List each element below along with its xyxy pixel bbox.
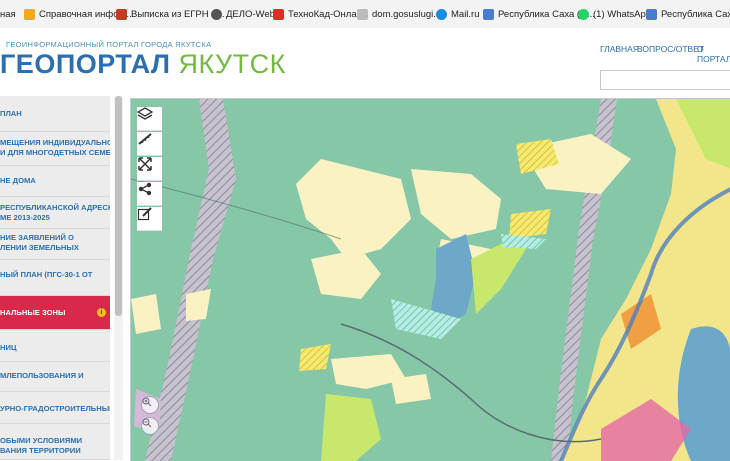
sidebar: ПЛАН МЕЩЕНИЯ ИНДИВИДУАЛЬНОЙ И ДЛЯ МНОГОД… <box>0 96 110 460</box>
map-layers <box>131 99 730 461</box>
share-button[interactable] <box>137 182 162 206</box>
at-icon <box>436 8 447 20</box>
residential-1 <box>296 159 411 259</box>
bookmark-3[interactable]: ДЕЛО-Web <box>211 0 275 28</box>
page-icon <box>646 8 657 20</box>
folder-icon <box>24 8 35 20</box>
ruler-icon <box>138 133 152 145</box>
zoom-out-button[interactable] <box>141 417 159 435</box>
edit-icon <box>137 207 152 221</box>
residential-8 <box>186 289 211 321</box>
sidebar-scrollbar[interactable] <box>114 96 123 460</box>
bookmark-6[interactable]: Mail.ru <box>436 0 480 28</box>
sidebar-item-borders[interactable]: НИЦ <box>0 330 110 362</box>
sidebar-item-zones[interactable]: НАЛЬНЫЕ ЗОНЫ i <box>0 296 110 330</box>
share-icon <box>138 182 152 196</box>
fullscreen-icon <box>138 157 152 171</box>
portal-subtitle: ГЕОИНФОРМАЦИОННЫЙ ПОРТАЛ ГОРОДА ЯКУТСКА <box>6 40 212 49</box>
zoom-out-icon <box>142 418 152 428</box>
sidebar-item-architecture[interactable]: УРНО-ГРАДОСТРОИТЕЛЬНЫЙ <box>0 392 110 424</box>
measure-button[interactable] <box>137 132 162 156</box>
page-icon <box>483 8 494 20</box>
edit-button[interactable] <box>137 207 162 231</box>
nav-about[interactable]: О ПОРТАЛ <box>697 44 730 64</box>
sidebar-item-houses[interactable]: НЕ ДОМА <box>0 166 110 197</box>
sidebar-item-plan-pgs[interactable]: НЫЙ ПЛАН (ПГС-30-1 ОТ <box>0 260 110 296</box>
logo-geoportal: ГЕОПОРТАЛ <box>0 49 171 79</box>
emblem-icon <box>116 8 127 20</box>
green-zone-2 <box>321 394 381 461</box>
sidebar-item-placement[interactable]: МЕЩЕНИЯ ИНДИВИДУАЛЬНОЙ И ДЛЯ МНОГОДЕТНЫХ… <box>0 132 110 166</box>
globe-icon <box>211 8 222 20</box>
sidebar-item-land-use[interactable]: МЛЕПОЛЬЗОВАНИЯ И <box>0 362 110 392</box>
sidebar-item-republic-program[interactable]: РЕСПУБЛИКАНСКОЙ АДРЕСНОЙ МЕ 2013-2025 <box>0 197 110 229</box>
whatsapp-icon <box>578 8 589 20</box>
lake-east <box>677 326 730 461</box>
info-icon[interactable]: i <box>97 308 106 317</box>
nav-faq[interactable]: ВОПРОС/ОТВЕТ <box>637 44 704 54</box>
hatched-yellow-2 <box>509 209 551 239</box>
scrollbar-thumb[interactable] <box>115 96 122 316</box>
layers-button[interactable] <box>137 107 162 131</box>
sidebar-item-master-plan[interactable]: ПЛАН <box>0 96 110 132</box>
fullscreen-button[interactable] <box>137 157 162 181</box>
map-canvas[interactable] <box>130 98 730 461</box>
residential-2 <box>411 169 501 239</box>
site-logo[interactable]: ГЕОПОРТАЛ ЯКУТСК <box>0 49 286 80</box>
bookmark-8[interactable]: (1) WhatsApp <box>578 0 651 28</box>
bookmark-0[interactable]: ная <box>0 0 16 28</box>
bookmarks-bar: ная Справочная инфор... Выписка из ЕГРН … <box>0 0 730 29</box>
lake-center <box>431 234 476 324</box>
residential-9 <box>391 374 431 404</box>
site-header: ГЕОИНФОРМАЦИОННЫЙ ПОРТАЛ ГОРОДА ЯКУТСКА … <box>0 28 730 96</box>
m-icon <box>273 8 284 20</box>
bookmark-4[interactable]: ТехноКад-Онлайн <box>273 0 367 28</box>
bookmark-5[interactable]: dom.gosuslugi.ru <box>357 0 444 28</box>
bookmark-9[interactable]: Республика Саха (Я... <box>646 0 730 28</box>
page-icon <box>357 8 368 20</box>
zoom-in-button[interactable] <box>141 396 159 414</box>
logo-yakutsk: ЯКУТСК <box>178 49 286 79</box>
sidebar-item-applications[interactable]: НИЕ ЗАЯВЛЕНИЙ О ЛЕНИИ ЗЕМЕЛЬНЫХ <box>0 229 110 260</box>
search-input[interactable] <box>600 70 730 90</box>
nav-home[interactable]: ГЛАВНАЯ <box>600 44 639 54</box>
bookmark-2[interactable]: Выписка из ЕГРН о... <box>116 0 224 28</box>
zoom-in-icon <box>142 397 152 407</box>
sidebar-item-special-conditions[interactable]: ОБЫМИ УСЛОВИЯМИ ВАНИЯ ТЕРРИТОРИИ <box>0 424 110 460</box>
residential-7 <box>131 294 161 334</box>
layers-icon <box>137 107 153 120</box>
hatched-yellow-3 <box>299 344 331 371</box>
residential-3 <box>311 249 381 299</box>
